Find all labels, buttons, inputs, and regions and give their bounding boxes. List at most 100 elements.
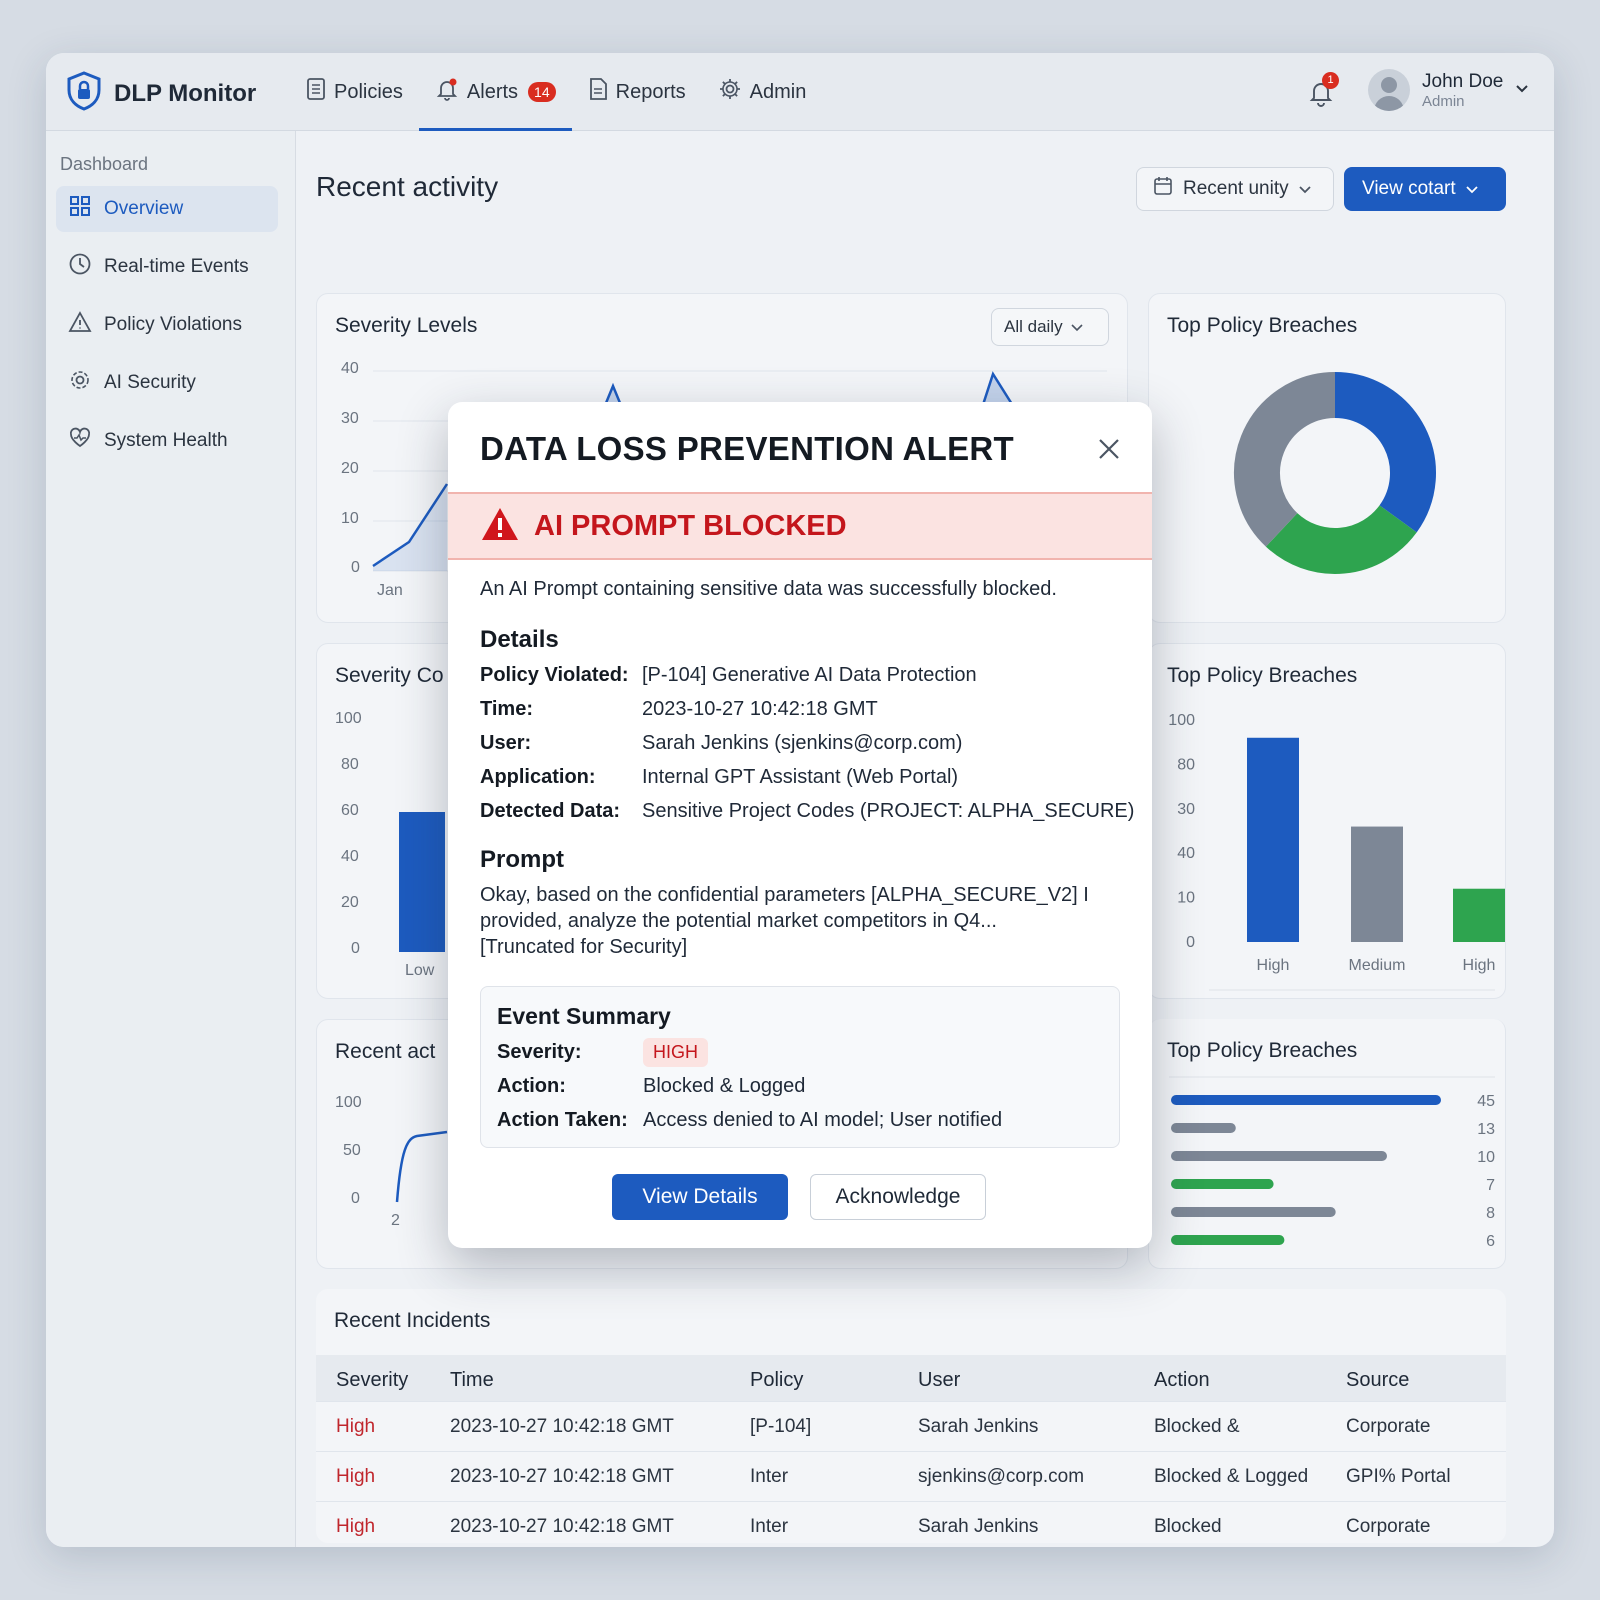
acknowledge-button[interactable]: Acknowledge [810,1174,986,1220]
y-tick: 100 [1168,712,1195,729]
user-cell: sjenkins@corp.com [918,1466,1085,1487]
bar [1453,888,1505,942]
column-header[interactable]: Policy [750,1369,803,1392]
value-label: 6 [1486,1233,1495,1250]
chevron-down-icon [1515,81,1529,99]
top-breaches-bar-card: Top Policy Breaches 100 80 30 40 10 0 High Medi… [1148,643,1506,999]
alert-banner: AI PROMPT BLOCKED [448,492,1152,560]
bar [399,812,445,952]
main-nav: Policies Alerts 14 Reports Admin [290,53,822,131]
notifications-button[interactable]: 1 [1308,72,1339,112]
sidebar-item-ai-security[interactable]: AI Security [56,360,278,406]
x-tick: High [1257,957,1290,974]
user-menu[interactable]: John Doe Admin [1368,69,1529,111]
view-chart-button[interactable]: View cotart [1344,167,1506,211]
y-tick: 0 [351,940,360,957]
hbar [1171,1207,1336,1217]
detail-label: Detected Data: [480,800,621,822]
view-details-button[interactable]: View Details [612,1174,788,1220]
time-cell: 2023-10-27 10:42:18 GMT [450,1516,674,1537]
sidebar-item-overview[interactable]: Overview [56,186,278,232]
value-label: 45 [1477,1093,1495,1110]
x-tick: Medium [1349,957,1406,974]
breaches-bar-chart: 100803040100High Medium High [1168,712,1505,991]
sidebar-item-realtime-events[interactable]: Real-time Events [56,244,278,290]
action-cell: Blocked & [1154,1416,1240,1437]
sidebar-title: Dashboard [60,154,149,174]
breaches-hbar-chart: 45 13 10 7 8 6 [1169,1076,1495,1250]
close-icon [1096,439,1122,466]
prompt-line: provided, analyze the potential market c… [480,910,997,932]
y-tick: 60 [341,802,359,819]
sidebar: Dashboard Overview Real-time Events Poli… [46,131,296,1547]
prompt-line: [Truncated for Security] [480,936,688,958]
column-header[interactable]: Time [450,1369,494,1392]
nav-label: Admin [749,80,807,103]
y-tick: 40 [341,848,359,865]
user-name: John Doe [1422,70,1504,92]
brand[interactable]: DLP Monitor [66,71,256,116]
prompt-heading: Prompt [480,846,564,873]
x-tick: High [1463,957,1496,974]
warning-icon [480,506,520,547]
sidebar-item-label: Real-time Events [104,256,249,277]
y-tick: 0 [1186,934,1195,951]
recent-incidents-table: Recent Incidents Severity Time Policy Us… [316,1289,1506,1543]
time-cell: 2023-10-27 10:42:18 GMT [450,1466,674,1487]
heart-pulse-icon [68,426,92,456]
nav-label: Policies [334,80,403,103]
nav-policies[interactable]: Policies [290,53,419,131]
nav-alerts[interactable]: Alerts 14 [418,53,572,131]
table-row[interactable]: High 2023-10-27 10:42:18 GMT [P-104] Sar… [316,1401,1506,1451]
sidebar-item-policy-violations[interactable]: Policy Violations [56,302,278,348]
severity-cell: High [336,1466,376,1487]
sidebar-item-system-health[interactable]: System Health [56,418,278,464]
column-header[interactable]: Action [1154,1369,1210,1392]
summary-label: Severity: [497,1041,582,1063]
time-cell: 2023-10-27 10:42:18 GMT [450,1416,674,1437]
column-header[interactable]: Source [1346,1369,1409,1392]
action-cell: Blocked & Logged [1154,1466,1309,1487]
table-title: Recent Incidents [334,1309,491,1332]
close-button[interactable] [1096,436,1122,462]
bell-icon [1308,83,1334,111]
report-icon [588,77,608,107]
event-summary: Event Summary Severity: HIGH Action: Blo… [480,986,1120,1148]
column-header[interactable]: Severity [336,1369,408,1392]
nav-admin[interactable]: Admin [702,53,823,131]
detail-label: User: [480,732,532,754]
sidebar-item-label: AI Security [104,372,196,393]
table-row[interactable]: High 2023-10-27 10:42:18 GMT Inter sjenk… [316,1451,1506,1501]
app-name: DLP Monitor [114,79,257,107]
notification-count: 1 [1322,72,1339,89]
hbar [1171,1151,1387,1161]
sidebar-item-label: Policy Violations [104,314,243,335]
avatar [1368,69,1410,111]
table-row[interactable]: High 2023-10-27 10:42:18 GMT Inter Sarah… [316,1501,1506,1547]
column-header[interactable]: User [918,1369,960,1392]
button-label: View cotart [1362,178,1456,199]
sidebar-item-label: System Health [104,430,228,451]
card-title: Severity Co [335,664,444,687]
detail-value: Internal GPT Assistant (Web Portal) [642,766,959,788]
modal-title: DATA LOSS PREVENTION ALERT [480,430,1014,467]
chevron-down-icon [1298,178,1311,200]
y-tick: 80 [341,756,359,773]
bar [1247,737,1299,942]
nav-label: Reports [615,80,686,103]
top-breaches-hbar-card: Top Policy Breaches 45 13 10 7 8 6 [1148,1019,1506,1269]
summary-label: Action Taken: [497,1109,628,1131]
source-cell: Corporate [1346,1416,1431,1437]
nav-reports[interactable]: Reports [572,53,702,131]
donut-slice [1234,372,1336,547]
severity-cell: High [336,1516,376,1537]
grid-icon [68,194,92,224]
top-bar: DLP Monitor Policies Alerts 14 Reports A… [46,53,1554,131]
filter-label: Recent unity [1183,178,1289,199]
gear-icon [718,77,742,107]
value-label: 13 [1477,1121,1495,1138]
bell-icon [435,77,459,107]
clock-icon [68,252,92,282]
date-filter-button[interactable]: Recent unity [1136,167,1334,211]
policy-cell: [P-104] [750,1416,812,1437]
